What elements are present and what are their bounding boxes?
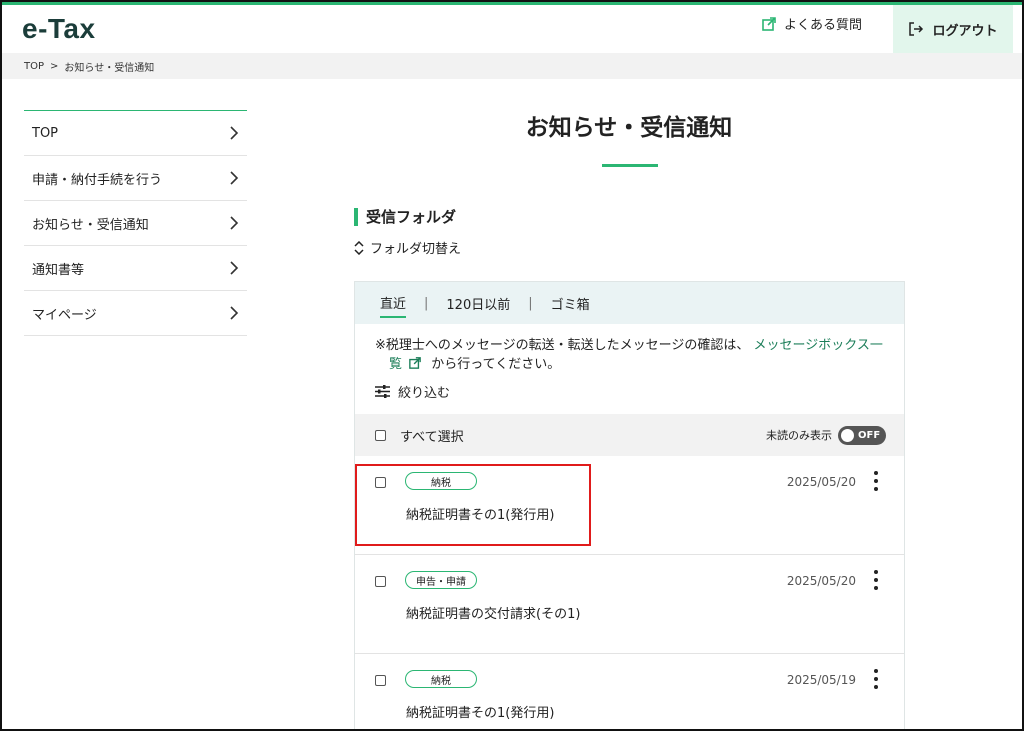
sidebar-item-apply[interactable]: 申請・納付手続を行う — [24, 156, 247, 201]
section-title: 受信フォルダ — [354, 206, 456, 227]
breadcrumb-current: お知らせ・受信通知 — [64, 62, 155, 74]
select-all-label: すべて選択 — [400, 429, 464, 445]
select-all-checkbox[interactable] — [375, 429, 386, 441]
breadcrumb: TOP > お知らせ・受信通知 — [0, 53, 1024, 79]
message-subject[interactable]: 納税証明書の交付請求(その1) — [406, 603, 580, 622]
message-date: 2025/05/20 — [786, 574, 856, 588]
notice-suffix: から行ってください。 — [431, 357, 561, 372]
category-tag: 納税 — [405, 670, 477, 688]
external-link-icon — [762, 16, 776, 31]
chevron-right-icon — [230, 126, 239, 140]
logout-icon — [909, 22, 924, 36]
sidebar-item-label: マイページ — [32, 307, 97, 323]
up-down-chevron-icon — [354, 240, 364, 255]
title-underline — [602, 164, 658, 167]
sidebar-nav: TOP 申請・納付手続を行う お知らせ・受信通知 通知書等 マイページ — [24, 110, 247, 336]
folder-tabs: 直近 | 120日以前 | ゴミ箱 — [355, 282, 904, 324]
message-box-link-cont[interactable]: 覧 — [389, 357, 421, 372]
header: e-Tax — [0, 5, 1024, 53]
message-row[interactable]: 申告・申請 2025/05/20 納税証明書の交付請求(その1) — [355, 555, 904, 654]
sidebar-item-label: 申請・納付手続を行う — [32, 172, 163, 188]
message-box-link-text-2: 覧 — [389, 357, 403, 372]
message-checkbox[interactable] — [375, 675, 386, 686]
sidebar-item-label: TOP — [32, 125, 59, 141]
message-subject[interactable]: 納税証明書その1(発行用) — [406, 702, 554, 721]
kebab-menu-icon[interactable] — [871, 569, 881, 591]
logout-label: ログアウト — [932, 23, 998, 39]
logout-button[interactable]: ログアウト — [893, 5, 1013, 53]
forward-notice: ※税理士へのメッセージの転送・転送したメッセージの確認は、 メッセージボックス一… — [355, 324, 904, 374]
sliders-icon — [375, 385, 390, 398]
chevron-right-icon — [230, 216, 239, 230]
message-date: 2025/05/20 — [786, 475, 856, 489]
tab-recent[interactable]: 直近 — [380, 289, 407, 318]
folder-switch-label: フォルダ切替え — [370, 242, 462, 257]
unread-only-label: 未読のみ表示 — [766, 429, 832, 442]
kebab-menu-icon[interactable] — [871, 668, 881, 690]
message-row[interactable]: 納税 2025/05/20 納税証明書その1(発行用) — [355, 456, 904, 555]
tab-separator: | — [528, 295, 533, 311]
message-row[interactable]: 納税 2025/05/19 納税証明書その1(発行用) — [355, 654, 904, 731]
toggle-knob — [841, 428, 854, 442]
message-box-link-text: メッセージボックス一 — [753, 338, 883, 353]
breadcrumb-separator: > — [50, 60, 59, 72]
unread-only-toggle[interactable]: OFF — [838, 425, 886, 445]
kebab-menu-icon[interactable] — [871, 470, 881, 492]
message-box-link[interactable]: メッセージボックス一 — [754, 338, 883, 353]
sidebar-item-label: 通知書等 — [32, 262, 85, 278]
toggle-state: OFF — [858, 429, 881, 441]
chevron-right-icon — [230, 261, 239, 275]
sidebar-item-label: お知らせ・受信通知 — [32, 217, 149, 233]
message-subject[interactable]: 納税証明書その1(発行用) — [406, 504, 554, 523]
category-tag: 申告・申請 — [405, 571, 477, 589]
sidebar-item-notices[interactable]: お知らせ・受信通知 — [24, 201, 247, 246]
sidebar-item-top[interactable]: TOP — [24, 111, 247, 156]
faq-label: よくある質問 — [784, 18, 863, 33]
message-panel: 直近 | 120日以前 | ゴミ箱 ※税理士へのメッセージの転送・転送したメッセ… — [354, 281, 905, 731]
message-checkbox[interactable] — [375, 477, 386, 488]
etax-logo[interactable]: e-Tax — [22, 13, 96, 45]
tab-trash[interactable]: ゴミ箱 — [551, 290, 590, 317]
faq-link[interactable]: よくある質問 — [762, 14, 862, 33]
folder-switch-button[interactable]: フォルダ切替え — [354, 238, 461, 257]
selection-bar: すべて選択 未読のみ表示 OFF — [355, 414, 904, 456]
sidebar-item-mypage[interactable]: マイページ — [24, 291, 247, 336]
select-all[interactable]: すべて選択 — [375, 426, 464, 445]
sidebar-item-documents[interactable]: 通知書等 — [24, 246, 247, 291]
section-marker — [354, 207, 358, 226]
tab-older-120days[interactable]: 120日以前 — [446, 290, 510, 317]
category-tag: 納税 — [405, 472, 477, 490]
section-title-text: 受信フォルダ — [366, 208, 457, 226]
filter-label: 絞り込む — [398, 386, 451, 401]
message-checkbox[interactable] — [375, 576, 386, 587]
tab-separator: | — [424, 295, 429, 311]
chevron-right-icon — [230, 306, 239, 320]
breadcrumb-home[interactable]: TOP — [24, 61, 44, 72]
chevron-right-icon — [230, 171, 239, 185]
external-link-icon — [409, 357, 421, 369]
filter-button[interactable]: 絞り込む — [355, 374, 904, 401]
message-date: 2025/05/19 — [786, 673, 856, 687]
page-title: お知らせ・受信通知 — [525, 115, 733, 141]
notice-text: ※税理士へのメッセージの転送・転送したメッセージの確認は、 — [375, 338, 750, 353]
unread-filter: 未読のみ表示 OFF — [766, 425, 886, 445]
